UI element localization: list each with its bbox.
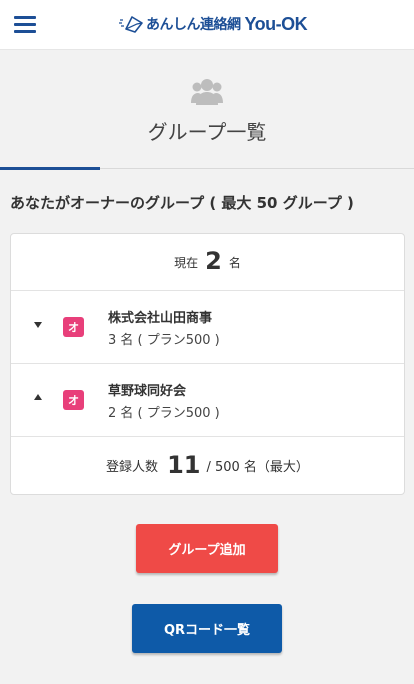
tab-active-indicator — [0, 167, 100, 170]
total-max: / 500 名（最大） — [206, 460, 309, 475]
group-icon — [191, 79, 223, 105]
envelope-logo-icon — [119, 16, 143, 33]
caret-down-icon[interactable] — [34, 322, 42, 328]
app-header: あんしん連絡網 You-OK — [0, 0, 414, 50]
logo-text: あんしん連絡網 — [146, 17, 241, 33]
total-label: 登録人数 — [106, 460, 159, 475]
hamburger-menu-icon[interactable] — [14, 16, 36, 34]
logo-brand: You-OK — [244, 13, 308, 34]
group-row[interactable]: オ 株式会社山田商事 3 名 ( プラン500 ) — [11, 291, 404, 364]
current-count-row: 現在 2 名 — [11, 234, 404, 291]
current-unit: 名 — [228, 255, 241, 270]
qr-code-list-button[interactable]: QRコード一覧 — [132, 604, 282, 653]
current-count: 2 — [205, 247, 222, 275]
add-group-button[interactable]: グループ追加 — [136, 524, 278, 573]
app-logo[interactable]: あんしん連絡網 You-OK — [118, 12, 308, 36]
group-detail: 3 名 ( プラン500 ) — [108, 333, 220, 348]
total-members-row: 登録人数 11 / 500 名（最大） — [11, 437, 404, 494]
page-heading: グループ一覧 — [0, 50, 414, 170]
group-name[interactable]: 株式会社山田商事 — [108, 307, 212, 326]
owner-badge: オ — [63, 390, 84, 410]
group-row[interactable]: オ 草野球同好会 2 名 ( プラン500 ) — [11, 364, 404, 437]
page-title: グループ一覧 — [147, 120, 267, 144]
group-list-card: 現在 2 名 オ 株式会社山田商事 3 名 ( プラン500 ) オ 草野球同好… — [10, 233, 405, 495]
owner-badge: オ — [63, 317, 84, 337]
group-name[interactable]: 草野球同好会 — [108, 380, 186, 399]
current-label: 現在 — [174, 255, 199, 270]
section-title: あなたがオーナーのグループ ( 最大 50 グループ ) — [10, 194, 354, 212]
total-count: 11 — [167, 450, 201, 479]
caret-up-icon[interactable] — [34, 394, 42, 400]
group-detail: 2 名 ( プラン500 ) — [108, 406, 220, 421]
